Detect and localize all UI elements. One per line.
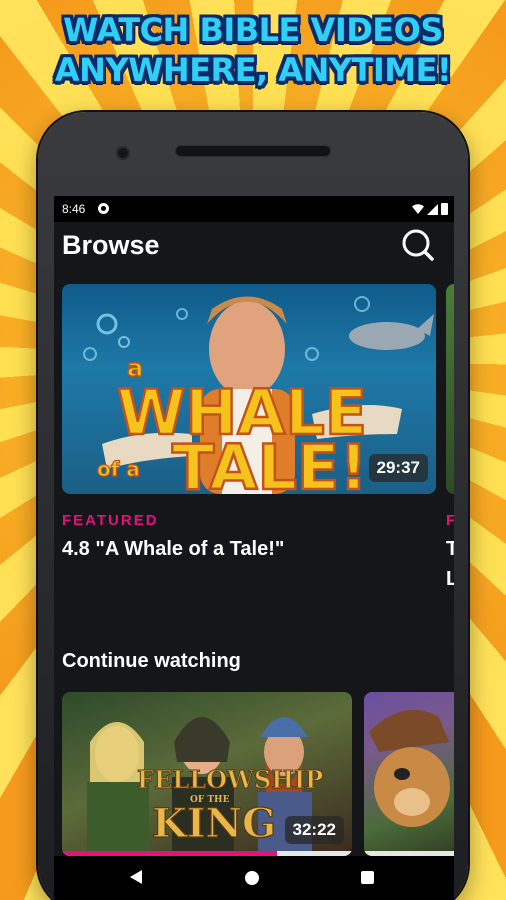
featured-video-card[interactable]: a WHALE of a TALE! 29:37 [62,284,436,494]
next-featured-title-peek-1: T [446,538,454,560]
next-featured-title-peek-2: L [446,568,454,590]
next-featured-card-peek[interactable] [446,284,454,494]
search-icon[interactable] [400,228,436,264]
thumbnail-text-tale: TALE! [172,431,368,494]
status-icons [412,203,448,215]
next-featured-label-peek: F [446,512,454,529]
continue-watching-thumbnail-peek [369,709,450,827]
featured-label: FEATURED [62,512,159,529]
promo-headline-line2: ANYWHERE, ANYTIME! [54,51,452,89]
status-bar: 8:46 [54,196,454,222]
recents-icon[interactable] [361,871,374,884]
back-icon[interactable] [128,869,144,885]
duration-badge: 29:37 [368,454,428,482]
page-title: Browse [62,230,160,260]
thumbnail-text-king: KING [152,800,276,847]
earpiece-speaker [175,145,331,157]
wifi-icon [412,204,424,214]
section-title-continue-watching: Continue watching [62,650,241,672]
battery-icon [441,203,448,215]
promo-headline: WATCH BIBLE VIDEOS ANYWHERE, ANYTIME! [0,10,506,90]
duration-badge: 32:22 [284,816,344,844]
promo-headline-line1: WATCH BIBLE VIDEOS [63,11,443,49]
app-screen: 8:46 Browse a WHALE of a TALE! 29:37 FEA… [54,196,454,900]
featured-title[interactable]: 4.8 "A Whale of a Tale!" [62,538,284,561]
system-nav-bar [54,856,454,900]
status-time: 8:46 [62,202,86,216]
home-icon[interactable] [245,871,259,885]
continue-watching-card-peek[interactable] [364,692,454,856]
thumbnail-text-fellowship: FELLOWSHIP [137,765,323,794]
signal-icon [427,203,438,215]
thumbnail-text-of-a: of a [97,457,140,481]
app-notification-icon [98,203,109,214]
continue-watching-card[interactable]: FELLOWSHIP OF THE KING 32:22 [62,692,352,856]
front-camera [116,146,130,160]
